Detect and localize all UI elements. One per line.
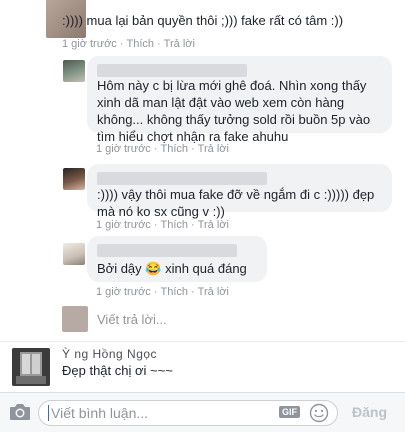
- reply-text-before: Bởi dậy: [97, 261, 142, 276]
- comment-text: Đẹp thật chị ơi ~~~: [62, 363, 173, 378]
- reply-text: Bởi dậy 😂 xinh quá đáng: [97, 260, 257, 277]
- reply-avatar[interactable]: [63, 243, 85, 265]
- camera-icon[interactable]: [9, 403, 31, 426]
- like-link[interactable]: Thích: [160, 286, 188, 298]
- reply-bubble: Bởi dậy 😂 xinh quá đáng: [87, 236, 267, 282]
- reply-bubble: Hôm này c bị lừa mới ghê đoá. Nhìn xong …: [87, 56, 392, 144]
- comment-input[interactable]: [51, 404, 261, 422]
- gif-icon[interactable]: GIF: [279, 406, 300, 418]
- reply-link[interactable]: Trả lời: [198, 219, 229, 231]
- reply-author-name[interactable]: [97, 62, 382, 78]
- reply-link[interactable]: Trả lời: [198, 286, 229, 298]
- reply-time: 1 giờ trước: [96, 219, 151, 231]
- divider: [0, 341, 405, 342]
- text-caret: [48, 405, 49, 421]
- like-link[interactable]: Thích: [160, 143, 188, 155]
- comment-composer: GIF Đăng: [0, 392, 405, 432]
- photo-thumbnail: [12, 348, 50, 386]
- comment-time: 1 giờ trước: [62, 38, 117, 50]
- reply-avatar[interactable]: [63, 168, 85, 190]
- reply-text: Hôm này c bị lừa mới ghê đoá. Nhìn xong …: [97, 78, 371, 144]
- reply-text: :)))) vậy thôi mua fake đỡ về ngắm đi c …: [97, 187, 375, 219]
- laughing-emoji-icon: 😂: [145, 261, 162, 276]
- write-reply-input[interactable]: Viết trả lời...: [97, 312, 167, 327]
- comment-meta: 1 giờ trước · Thích · Trả lời: [62, 38, 195, 50]
- comment-bubble: :)))) mua lại bản quyền thôi ;))) fake r…: [0, 0, 397, 36]
- reply-meta: 1 giờ trước · Thích · Trả lời: [96, 143, 229, 155]
- commenter-name[interactable]: Ỳ ng Hồng Ngọc: [62, 347, 157, 361]
- reply-avatar[interactable]: [63, 60, 85, 82]
- reply-meta: 1 giờ trước · Thích · Trả lời: [96, 219, 229, 231]
- comment-field[interactable]: GIF: [38, 400, 338, 426]
- reply-author-name[interactable]: [97, 242, 257, 258]
- like-link[interactable]: Thích: [126, 38, 154, 50]
- reply-time: 1 giờ trước: [96, 286, 151, 298]
- comment-text: :)))) mua lại bản quyền thôi ;))) fake r…: [62, 13, 344, 28]
- reply-bubble: :)))) vậy thôi mua fake đỡ về ngắm đi c …: [87, 164, 392, 219]
- reply-text-after: xinh quá đáng: [165, 261, 247, 276]
- current-user-avatar: [62, 306, 88, 332]
- reply-meta: 1 giờ trước · Thích · Trả lời: [96, 286, 229, 298]
- send-button[interactable]: Đăng: [352, 404, 387, 420]
- reply-author-name[interactable]: [97, 170, 382, 186]
- commenter-avatar[interactable]: [12, 348, 50, 386]
- like-link[interactable]: Thích: [160, 219, 188, 231]
- reply-time: 1 giờ trước: [96, 143, 151, 155]
- reply-link[interactable]: Trả lời: [164, 38, 195, 50]
- reply-link[interactable]: Trả lời: [198, 143, 229, 155]
- emoji-icon[interactable]: [309, 403, 329, 428]
